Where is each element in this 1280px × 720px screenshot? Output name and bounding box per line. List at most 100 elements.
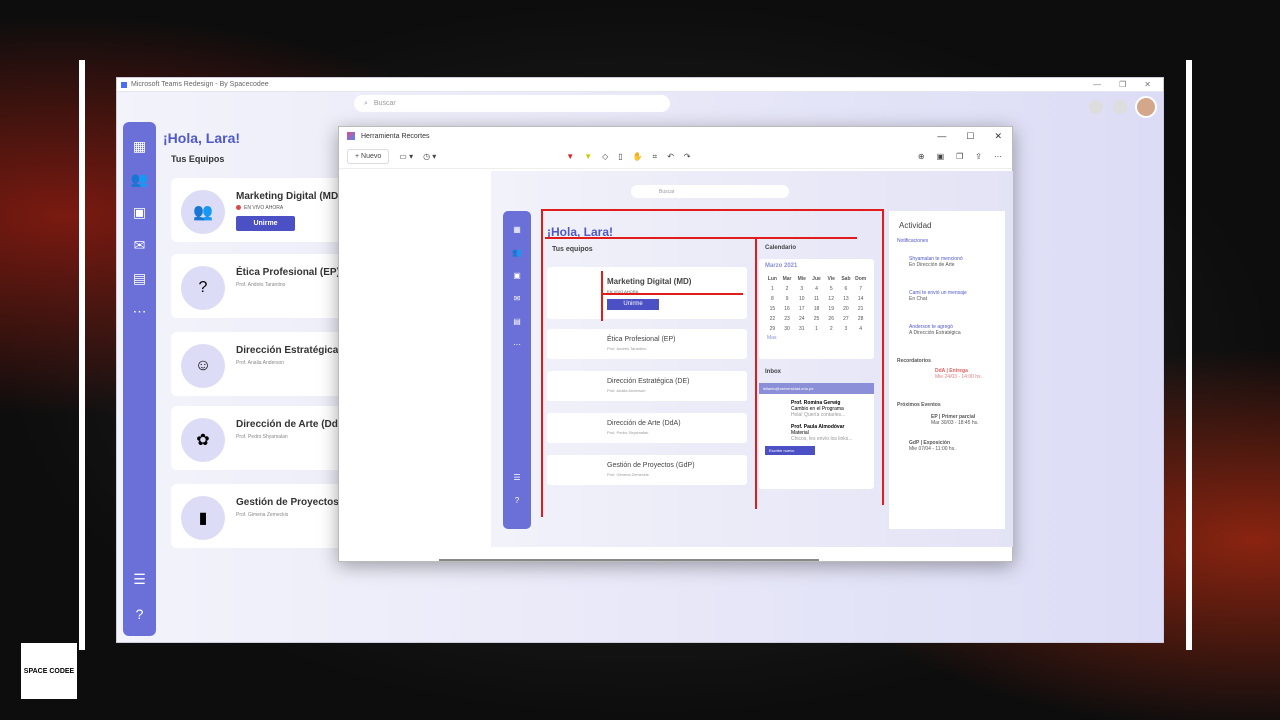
torn-edge-left [79,60,85,650]
calendar-date: 12 [828,296,834,302]
minimize-icon[interactable]: — [937,131,946,142]
team-name: Dirección Estratégica ( [236,345,345,356]
mail-icon[interactable]: ✉ [134,237,146,254]
window-title: Microsoft Teams Redesign - By Spacecodee [131,81,269,88]
inner-team-card: Ética Profesional (EP) Prof. Andrés Taran… [547,329,747,359]
person-icon: ☺ [181,344,225,388]
search-input[interactable]: ⌕ Buscar [354,95,670,112]
team-name: Dirección de Arte (DdA [236,419,346,430]
calendar-date: 3 [800,286,804,292]
snipping-tool-window: Herramienta Recortes — ☐ ✕ + Nuevo ▭ ▾ ◷ ▾… [338,126,1013,562]
pen-icon[interactable]: ▼ [566,152,574,161]
calendar-date: 26 [828,316,834,322]
join-button[interactable]: Unirme [236,216,295,231]
team-card[interactable]: ☺ Dirección Estratégica ( Prof. Analia And… [171,332,346,396]
calendar-date: 15 [769,306,776,312]
help-icon[interactable]: ? [136,606,144,622]
team-prof: Prof. Andrés Tarantino [236,282,286,288]
maximize-icon[interactable]: ❐ [1119,80,1126,89]
more-icon[interactable]: ⋯ [133,303,147,320]
calendar-date: 14 [857,296,864,302]
snip-logo-icon [347,132,355,140]
team-name: Ética Profesional (EP) [236,267,340,278]
calendar-date: 1 [815,326,818,332]
undo-icon[interactable]: ↶ [667,152,674,161]
team-card[interactable]: ✿ Dirección de Arte (DdA Prof. Pedro Shyam… [171,406,346,470]
zoom-icon[interactable]: ⊕ [918,152,925,161]
snip-title: Herramienta Recortes [361,132,430,140]
calendar-date: 2 [785,286,789,292]
calendar-date: 27 [843,316,849,322]
teams-heading: Tus Equipos [171,154,225,164]
share-icon[interactable]: ⇪ [975,152,982,161]
calendar-date: 5 [829,286,833,292]
new-label: Nuevo [361,153,382,160]
calendar-date: 9 [785,296,789,302]
new-button[interactable]: + Nuevo [347,149,390,164]
copy-icon[interactable]: ❐ [956,152,963,161]
highlighter-icon[interactable]: ▼ [584,152,592,161]
megaphone-icon[interactable] [1089,100,1103,114]
calendar-date: 28 [857,316,864,322]
search-icon: ⌕ [364,99,368,107]
calendar-day-header: Lun [767,276,777,282]
app-icon [121,81,127,88]
bell-icon[interactable] [1113,100,1127,114]
search-placeholder: Buscar [373,100,396,107]
snip-title-bar: Herramienta Recortes — ☐ ✕ [339,127,1012,145]
minimize-icon[interactable]: — [1093,80,1101,89]
more-icon[interactable]: ⋯ [994,152,1002,161]
team-card[interactable]: ▮ Gestión de Proyectos (Prof. Gimena Zeme… [171,484,346,548]
team-prof: Prof. Analia Anderson [236,360,285,366]
timer-icon[interactable]: ◷ ▾ [423,152,436,161]
annotation-line [541,209,543,517]
calendar-date: 29 [769,326,776,332]
list-icon[interactable]: ☰ [133,571,146,588]
calendar-day-header: Mie [797,276,806,282]
calendar-date: 30 [784,326,790,332]
live-badge: EN VIVO AHORA [236,205,283,211]
close-icon[interactable]: ✕ [994,131,1002,142]
calendar-date: 2 [829,326,833,332]
bar-chart-icon: ▮ [181,496,225,540]
dashboard-icon[interactable]: ▦ [133,138,146,155]
calendar-date: 4 [859,326,863,332]
brand-logo-text: SPACE CODEE [23,667,75,675]
teams-icon[interactable]: 👥 [131,171,148,188]
close-icon[interactable]: ✕ [1144,80,1151,89]
calendar-date: 20 [843,306,849,312]
calendar-date: 4 [815,286,818,292]
eraser-icon[interactable]: ◇ [602,152,608,161]
calendar-date: 16 [784,306,790,312]
calendar-icon[interactable]: ▣ [133,204,146,221]
ruler-icon[interactable]: ▯ [618,152,622,161]
calendar-date: 3 [844,326,848,332]
maximize-icon[interactable]: ☐ [966,131,974,142]
sidebar: ▦ 👥 ▣ ✉ ▤ ⋯ ☰? [123,122,156,636]
calendar-date: 31 [799,326,805,332]
calendar-date: 18 [813,306,820,312]
calendar-date: 19 [828,306,834,312]
calendar-day-header: Sab [841,276,851,282]
calendar-date: 1 [770,286,774,292]
calendar-date: 10 [799,296,805,302]
title-bar: Microsoft Teams Redesign - By Spacecodee… [117,78,1163,92]
annotation-line [755,239,757,509]
team-card[interactable]: ? Ética Profesional (EP) Prof. Andrés Tara… [171,254,346,318]
team-card[interactable]: 👥 Marketing Digital (MD EN VIVO AHORA Unirm… [171,178,346,242]
crop-icon[interactable]: ⌗ [653,152,658,162]
save-icon[interactable]: ▣ [937,152,945,161]
team-prof: Prof. Pedro Shyamalan [236,434,288,440]
redo-icon[interactable]: ↷ [684,152,691,161]
calendar-date: 17 [799,306,805,312]
mode-icon[interactable]: ▭ ▾ [399,152,413,161]
horizontal-scrollbar[interactable] [439,559,819,561]
touch-icon[interactable]: ✋ [633,152,643,161]
notes-icon[interactable]: ▤ [133,270,146,287]
team-prof: Prof. Gimena Zemeckis [236,512,289,518]
calendar-date: 22 [769,316,776,322]
inner-team-card: Dirección Estratégica (DE) Prof. Analia A… [547,371,747,401]
inbox-heading: Inbox [765,369,781,375]
inner-team-card: Dirección de Arte (DdA) Prof. Pedro Shyam… [547,413,747,443]
avatar[interactable] [1135,96,1157,118]
